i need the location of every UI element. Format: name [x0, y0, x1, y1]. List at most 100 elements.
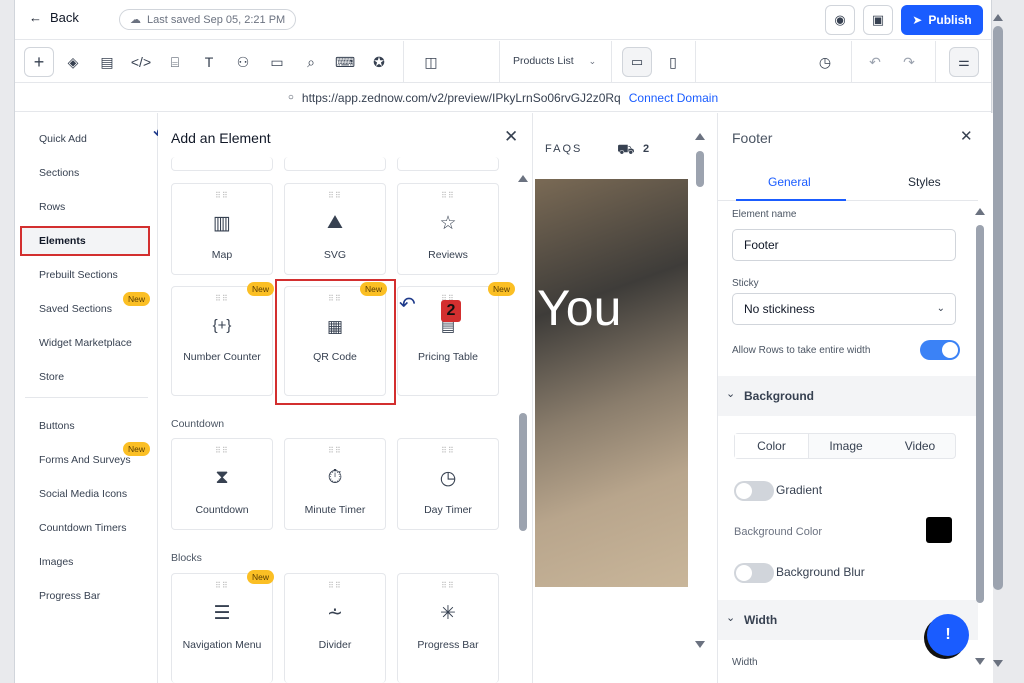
bg-color-swatch[interactable]: [926, 517, 952, 543]
settings-scrollbar[interactable]: [976, 225, 984, 603]
sticky-select[interactable]: No stickiness ⌄: [732, 293, 956, 325]
preview-url[interactable]: https://app.zednow.com/v2/preview/IPkyLr…: [302, 91, 621, 105]
desktop-view-button[interactable]: ▭: [622, 47, 652, 77]
menu-icon: ☰: [213, 603, 231, 624]
chevron-down-icon: ⌄: [588, 56, 597, 66]
nav-link-faqs[interactable]: FAQS: [545, 143, 582, 155]
sidebar-item-store[interactable]: Store: [39, 371, 64, 383]
scroll-down-icon[interactable]: [993, 660, 1003, 667]
add-button[interactable]: +: [24, 47, 54, 77]
back-button[interactable]: ← Back: [29, 10, 79, 25]
element-card-partial: [171, 157, 273, 171]
layers-icon[interactable]: ◈: [61, 50, 85, 74]
close-icon[interactable]: ✕: [504, 127, 518, 147]
window-scrollbar[interactable]: [993, 26, 1003, 590]
map-icon: ▥: [213, 213, 231, 234]
text-icon[interactable]: T: [197, 50, 221, 74]
search-page-icon[interactable]: ⌕: [299, 50, 323, 74]
sidebar-item-social-media-icons[interactable]: Social Media Icons: [39, 488, 127, 500]
components-icon[interactable]: ⚇: [231, 50, 255, 74]
cart-icon[interactable]: ⛟: [617, 141, 635, 160]
scroll-up-icon[interactable]: [975, 208, 985, 215]
element-card-reviews[interactable]: ⠿⠿ ☆ Reviews: [397, 183, 499, 275]
allow-rows-toggle[interactable]: [920, 340, 960, 360]
bg-blur-toggle[interactable]: [734, 563, 774, 583]
sidebar-item-sections[interactable]: Sections: [39, 167, 79, 179]
element-card-number-counter[interactable]: ⠿⠿ {+} Number Counter: [171, 286, 273, 396]
scroll-up-icon[interactable]: [993, 14, 1003, 21]
sidebar-item-countdown-timers[interactable]: Countdown Timers: [39, 522, 127, 534]
canvas-preview[interactable]: FAQS ⛟ 2 You: [533, 113, 713, 683]
sidebar-item-rows[interactable]: Rows: [39, 201, 65, 213]
sidebar-item-progress-bar[interactable]: Progress Bar: [39, 590, 100, 602]
toolbar-divider: [403, 41, 404, 83]
scroll-down-icon[interactable]: [695, 641, 705, 648]
gradient-label: Gradient: [776, 483, 823, 497]
layout-icon[interactable]: ▭: [265, 50, 289, 74]
element-card-map[interactable]: ⠿⠿ ▥ Map: [171, 183, 273, 275]
qr-code-highlight: [275, 279, 396, 405]
sidebar-divider: [25, 397, 148, 398]
split-view-icon[interactable]: ◫: [419, 50, 443, 74]
page-select[interactable]: Products List ⌄: [513, 55, 596, 67]
page-icon[interactable]: ▤: [95, 50, 119, 74]
publish-button[interactable]: ➤ Publish: [901, 5, 983, 35]
element-card-divider[interactable]: ⠿⠿ ⩪ Divider: [284, 573, 386, 683]
settings-toggle-button[interactable]: ⚌: [949, 47, 979, 77]
preview-scrollbar[interactable]: [696, 151, 704, 187]
tab-bg-color[interactable]: Color: [735, 434, 809, 458]
code-icon[interactable]: </>: [129, 50, 153, 74]
element-card-countdown[interactable]: ⠿⠿ ⧗ Countdown: [171, 438, 273, 530]
tab-general[interactable]: General: [768, 175, 811, 189]
sidebar-item-elements[interactable]: Elements: [20, 226, 150, 256]
sidebar-item-quick-add[interactable]: Quick Add: [39, 133, 87, 145]
undo-icon[interactable]: ↶: [863, 50, 887, 74]
left-sidebar: Quick Add Sections Rows Elements Prebuil…: [15, 113, 158, 683]
section-label-countdown: Countdown: [171, 418, 225, 430]
drag-handle-icon: ⠿⠿: [441, 581, 455, 590]
close-icon[interactable]: ✕: [960, 127, 973, 145]
element-card-day-timer[interactable]: ⠿⠿ ◷ Day Timer: [397, 438, 499, 530]
element-card-svg[interactable]: ⠿⠿ ⛰ SVG: [284, 183, 386, 275]
redo-icon[interactable]: ↷: [897, 50, 921, 74]
preview-button[interactable]: ◉: [825, 5, 855, 35]
new-badge: New: [123, 292, 151, 306]
settings-panel: Footer ✕ General Styles Element name Foo…: [717, 113, 993, 683]
element-name-input[interactable]: Footer: [732, 229, 956, 261]
tab-bg-video[interactable]: Video: [883, 434, 957, 458]
brush-icon[interactable]: ⌸: [163, 50, 187, 74]
sidebar-item-widget-marketplace[interactable]: Widget Marketplace: [39, 337, 132, 349]
element-card-minute-timer[interactable]: ⠿⠿ ⏱ Minute Timer: [284, 438, 386, 530]
mobile-view-icon[interactable]: ▯: [661, 50, 685, 74]
loader-icon: ✳: [440, 603, 456, 624]
history-icon[interactable]: ◷: [813, 50, 837, 74]
scroll-up-icon[interactable]: [695, 133, 705, 140]
star-icon: ☆: [439, 213, 457, 234]
terminal-icon[interactable]: ⌨: [333, 50, 357, 74]
sidebar-item-saved-sections[interactable]: Saved Sections: [39, 303, 112, 315]
gradient-toggle[interactable]: [734, 481, 774, 501]
drag-handle-icon: ⠿⠿: [215, 191, 229, 200]
chevron-down-icon: ⌄: [936, 303, 945, 314]
divider-icon: ⩪: [327, 603, 343, 624]
sidebar-item-forms-and-surveys[interactable]: Forms And Surveys: [39, 454, 131, 466]
drag-handle-icon: ⠿⠿: [328, 581, 342, 590]
allow-rows-label: Allow Rows to take entire width: [732, 345, 871, 356]
toolbar-divider: [499, 41, 500, 83]
tab-bg-image[interactable]: Image: [809, 434, 883, 458]
stopwatch-icon: ⏱: [327, 467, 343, 488]
background-accordion[interactable]: ⌄ Background: [718, 376, 978, 416]
sidebar-item-buttons[interactable]: Buttons: [39, 420, 75, 432]
connect-domain-link[interactable]: Connect Domain: [629, 91, 718, 105]
scroll-down-icon[interactable]: [975, 658, 985, 665]
sidebar-item-prebuilt-sections[interactable]: Prebuilt Sections: [39, 269, 118, 281]
element-card-navigation-menu[interactable]: ⠿⠿ ☰ Navigation Menu: [171, 573, 273, 683]
palette-icon[interactable]: ✪: [367, 50, 391, 74]
scroll-up-icon[interactable]: [518, 175, 528, 182]
element-card-progress-bar[interactable]: ⠿⠿ ✳ Progress Bar: [397, 573, 499, 683]
tab-styles[interactable]: Styles: [908, 175, 941, 189]
help-chat-button[interactable]: !: [927, 614, 969, 656]
sidebar-item-images[interactable]: Images: [39, 556, 73, 568]
save-button[interactable]: ▣: [863, 5, 893, 35]
panel-scrollbar[interactable]: [519, 413, 527, 531]
